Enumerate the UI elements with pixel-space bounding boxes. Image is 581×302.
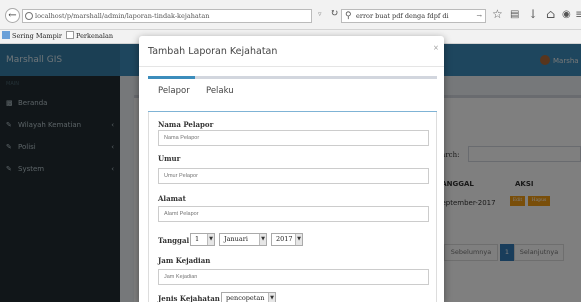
reload-icon[interactable]: ↻ bbox=[330, 8, 338, 19]
year-select[interactable]: 2017 ▼ bbox=[271, 233, 303, 246]
history-dropdown-icon[interactable]: ▿ bbox=[318, 10, 322, 18]
nama-pelapor-input[interactable] bbox=[158, 130, 429, 146]
dropdown-arrow-icon: ▼ bbox=[259, 234, 266, 245]
menu-icon[interactable]: ≡ bbox=[575, 7, 581, 21]
star-folder-icon bbox=[2, 31, 10, 39]
url-text: localhost/p/marshall/admin/laporan-tinda… bbox=[35, 12, 210, 20]
clipboard-icon[interactable]: ▤ bbox=[510, 9, 519, 20]
jam-kejadian-input[interactable] bbox=[158, 269, 429, 285]
tab-accent bbox=[148, 76, 195, 79]
bookmark-perkenalan[interactable]: Perkenalan bbox=[66, 30, 113, 43]
bookmark-sering-mampir[interactable]: Sering Mampir bbox=[2, 30, 62, 43]
umur-label: Umur bbox=[158, 154, 181, 163]
modal-title: Tambah Laporan Kejahatan bbox=[148, 46, 278, 57]
alamat-label: Alamat bbox=[158, 194, 186, 203]
home-icon[interactable]: ⌂ bbox=[546, 7, 555, 21]
dropdown-arrow-icon: ▼ bbox=[207, 234, 214, 245]
search-bar[interactable]: ⚲ error buat pdf denga fdpf di → bbox=[341, 9, 486, 23]
nama-label: Nama Pelapor bbox=[158, 120, 214, 129]
url-bar[interactable]: localhost/p/marshall/admin/laporan-tinda… bbox=[22, 9, 312, 23]
add-report-modal: Tambah Laporan Kejahatan × Pelapor Pelak… bbox=[139, 36, 444, 302]
modal-divider bbox=[139, 66, 444, 67]
chat-icon[interactable]: ◉ bbox=[562, 9, 571, 20]
dropdown-arrow-icon: ▼ bbox=[268, 293, 275, 302]
umur-input[interactable] bbox=[158, 168, 429, 184]
modal-tabs bbox=[148, 76, 437, 112]
alamat-input[interactable] bbox=[158, 206, 429, 222]
close-icon[interactable]: × bbox=[433, 44, 439, 52]
day-select[interactable]: 1 ▼ bbox=[190, 233, 215, 246]
dropdown-arrow-icon: ▼ bbox=[295, 234, 302, 245]
download-icon[interactable]: ↓ bbox=[528, 7, 538, 21]
search-text: error buat pdf denga fdpf di bbox=[356, 12, 449, 20]
browser-toolbar: ← localhost/p/marshall/admin/laporan-tin… bbox=[0, 0, 581, 30]
search-go-icon[interactable]: → bbox=[477, 10, 482, 22]
page-icon bbox=[66, 31, 74, 39]
jam-label: Jam Kejadian bbox=[158, 256, 211, 265]
jenis-label: Jenis Kejahatan bbox=[158, 294, 220, 302]
tab-pelaku[interactable]: Pelaku bbox=[206, 86, 234, 96]
tab-pelapor[interactable]: Pelapor bbox=[158, 86, 190, 96]
back-arrow-icon[interactable]: ← bbox=[5, 8, 20, 23]
month-select[interactable]: Januari ▼ bbox=[219, 233, 267, 246]
jenis-select[interactable]: pencopetan ▼ bbox=[221, 292, 276, 302]
search-icon: ⚲ bbox=[345, 11, 352, 21]
star-icon[interactable]: ☆ bbox=[492, 7, 503, 21]
globe-icon bbox=[25, 12, 33, 20]
tanggal-label: Tanggal bbox=[158, 236, 190, 245]
